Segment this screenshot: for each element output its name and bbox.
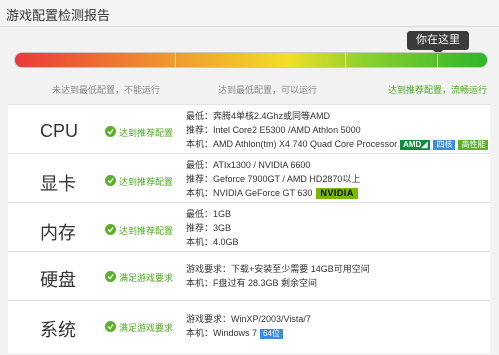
- spec-line: 最低：ATIx1300 / NVIDIA 6600: [186, 160, 311, 170]
- spec-row-os: 系统 满足游戏要求 游戏要求：WinXP/2003/Vista/7 本机：Win…: [8, 300, 490, 353]
- check-icon: [105, 224, 116, 235]
- window-title: 游戏配置检测报告: [6, 8, 111, 23]
- spec-line: 最低：奔腾4单核2.4Ghz或同等AMD: [186, 111, 331, 121]
- spec-line: 游戏要求：WinXP/2003/Vista/7: [186, 314, 311, 324]
- status-label: 满足游戏要求: [119, 273, 174, 283]
- spec-lines: 游戏要求：下载+安装至少需要 14GB可用空间 本机：F盘过有 28.3GB 剩…: [186, 262, 370, 290]
- spec-line: 最低：1GB: [186, 209, 232, 219]
- meter-label-recommended: 达到推荐配置，流畅运行: [388, 85, 488, 95]
- quad-core-badge: 四核: [433, 139, 456, 150]
- spec-row-memory: 内存 达到推荐配置 最低：1GB 推荐：3GB 本机：4.0GB: [8, 202, 490, 252]
- meter-label-low: 未达到最低配置，不能运行: [52, 85, 161, 95]
- check-icon: [105, 321, 116, 332]
- meter-divider-2: [345, 53, 346, 67]
- spec-line: 本机：NVIDIA GeForce GT 630 NVIDIA: [186, 186, 360, 200]
- spec-line-text: 本机：AMD Athlon(tm) X4 740 Quad Core Proce…: [186, 139, 398, 149]
- row-name: CPU: [40, 121, 79, 141]
- spec-line: 推荐：Geforce 7900GT / AMD HD2870以上: [186, 174, 361, 184]
- spec-lines: 最低：1GB 推荐：3GB 本机：4.0GB: [186, 207, 239, 249]
- check-icon: [105, 271, 116, 282]
- spec-lines: 游戏要求：WinXP/2003/Vista/7 本机：Windows 7 64位: [186, 312, 311, 340]
- spec-line-text: 本机：NVIDIA GeForce GT 630: [186, 188, 313, 198]
- status-label: 达到推荐配置: [119, 128, 174, 138]
- status-label: 达到推荐配置: [119, 226, 174, 236]
- row-name: 系统: [40, 320, 76, 340]
- check-icon: [105, 175, 116, 186]
- spec-row-cpu: CPU 达到推荐配置 最低：奔腾4单核2.4Ghz或同等AMD 推荐：Intel…: [8, 104, 490, 154]
- meter-marker: [437, 54, 438, 67]
- spec-line: 推荐：Intel Core2 E5300 /AMD Athlon 5000: [186, 125, 361, 135]
- amd-badge: AMD◢: [400, 139, 431, 150]
- spec-line: 推荐：3GB: [186, 223, 232, 233]
- status-label: 满足游戏要求: [119, 323, 174, 333]
- nvidia-badge: NVIDIA: [316, 188, 358, 200]
- check-icon: [105, 126, 116, 137]
- row-name: 显卡: [40, 174, 76, 194]
- meter-tooltip: 你在这里: [407, 31, 469, 50]
- row-name: 硬盘: [40, 270, 76, 290]
- spec-line: 本机：Windows 7 64位: [186, 326, 311, 340]
- spec-lines: 最低：ATIx1300 / NVIDIA 6600 推荐：Geforce 790…: [186, 158, 360, 200]
- row-name: 内存: [40, 223, 76, 243]
- spec-line: 游戏要求：下载+安装至少需要 14GB可用空间: [186, 264, 370, 274]
- spec-line: 本机：AMD Athlon(tm) X4 740 Quad Core Proce…: [186, 137, 489, 151]
- high-performance-badge: 高性能: [458, 139, 489, 150]
- spec-row-gpu: 显卡 达到推荐配置 最低：ATIx1300 / NVIDIA 6600 推荐：G…: [8, 153, 490, 203]
- meter-bar: [14, 52, 488, 68]
- spec-row-disk: 硬盘 满足游戏要求 游戏要求：下载+安装至少需要 14GB可用空间 本机：F盘过…: [8, 251, 490, 301]
- 64bit-badge: 64位: [260, 328, 283, 339]
- title-bar: 游戏配置检测报告: [0, 0, 499, 27]
- meter-label-min: 达到最低配置，可以运行: [218, 85, 318, 95]
- spec-line: 本机：4.0GB: [186, 237, 239, 247]
- spec-line: 本机：F盘过有 28.3GB 剩余空间: [186, 278, 318, 288]
- status-label: 达到推荐配置: [119, 177, 174, 187]
- spec-line-text: 本机：Windows 7: [186, 328, 258, 338]
- meter-divider-1: [175, 53, 176, 67]
- spec-lines: 最低：奔腾4单核2.4Ghz或同等AMD 推荐：Intel Core2 E530…: [186, 109, 489, 151]
- performance-meter: [14, 52, 488, 68]
